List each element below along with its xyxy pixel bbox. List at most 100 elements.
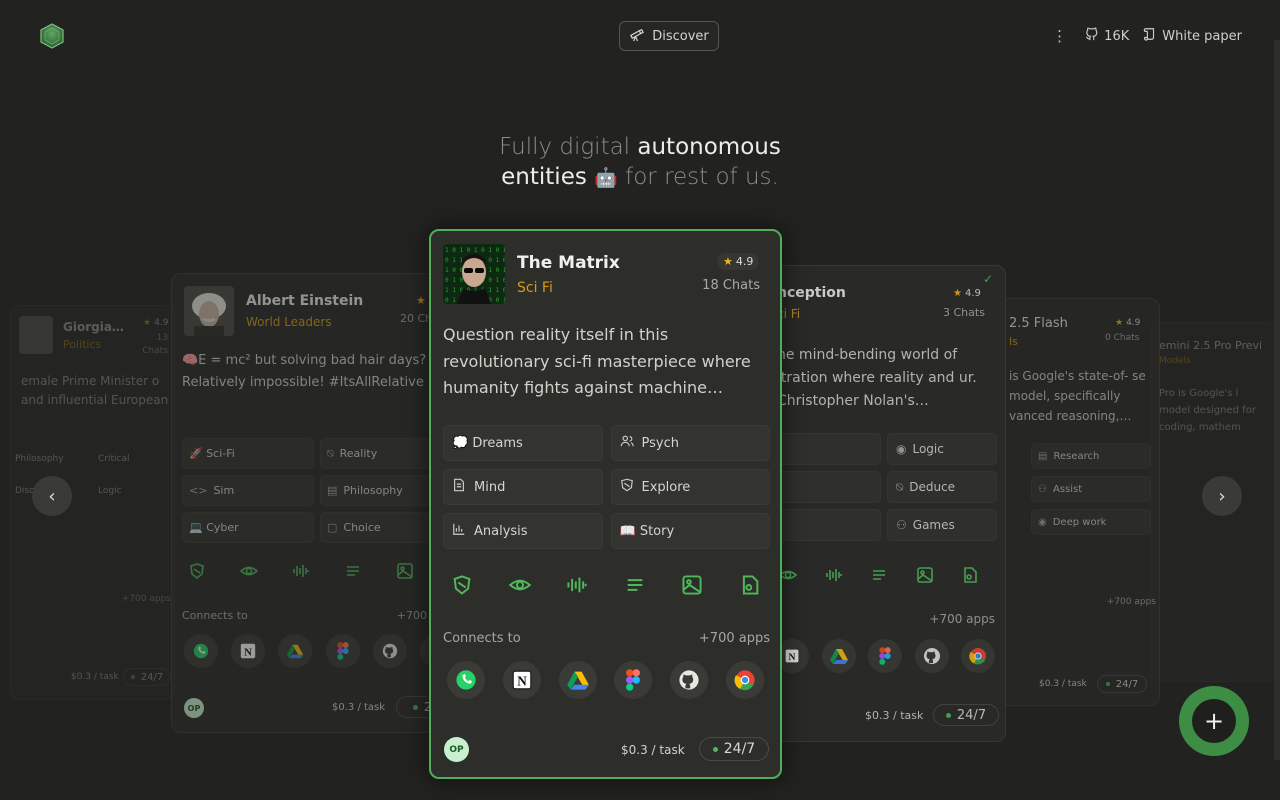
card-header: Albert Einstein World Leaders <box>184 286 363 336</box>
agent-category: Politics <box>63 337 102 351</box>
audio-wave-icon <box>292 562 310 584</box>
audio-wave-icon[interactable] <box>566 574 588 600</box>
tag-chip[interactable]: Logic <box>94 480 171 502</box>
connects-label: Connects to <box>182 609 248 622</box>
tag-chip[interactable] <box>771 433 881 465</box>
agent-card-inception[interactable]: nception ci Fi ✓ ★ 4.9 3 Chats he mind-be… <box>770 265 1006 742</box>
tag-chip[interactable]: ⚇ Assist <box>1031 476 1151 502</box>
chrome-icon[interactable] <box>961 639 995 673</box>
tag-chip[interactable]: 💻 Cyber <box>182 512 314 543</box>
whatsapp-icon[interactable] <box>447 661 485 699</box>
figma-icon[interactable] <box>325 634 360 668</box>
github-stars-link[interactable]: 16K <box>1085 27 1129 45</box>
carousel-next-button[interactable]: › <box>1202 476 1242 516</box>
figma-icon[interactable] <box>614 661 653 699</box>
tag-chip[interactable]: 📖 Story <box>610 513 770 549</box>
image-icon[interactable] <box>681 574 703 600</box>
agent-description: Pro is Google's l model designed for cod… <box>1159 388 1256 433</box>
agent-card-einstein[interactable]: Albert Einstein World Leaders ★ 20 Ch 🧠E… <box>171 273 441 733</box>
tag-chip[interactable]: ▤ Research <box>1031 443 1151 469</box>
tags-grid: 💭 Dreams Psych Mind Explore Analysis 📖 S… <box>443 425 770 549</box>
tag-chip[interactable]: 🚀 Sci-Fi <box>182 438 314 469</box>
tag-chip[interactable]: <> Sim <box>182 475 314 506</box>
agent-card-the-matrix[interactable]: 1 0 1 0 1 0 1 0 10 1 1 0 1 1 0 1 0 1 0 0… <box>429 229 782 779</box>
whatsapp-icon[interactable] <box>184 634 218 668</box>
tag-chip[interactable]: Psych <box>610 425 770 461</box>
star-icon: ★ <box>143 318 152 328</box>
audio-wave-icon <box>825 566 843 588</box>
notion-icon[interactable]: N <box>502 661 541 699</box>
google-drive-icon[interactable] <box>278 634 313 668</box>
availability-badge: 24/7 <box>123 668 171 686</box>
figma-icon[interactable] <box>868 639 902 673</box>
github-icon[interactable] <box>372 634 407 668</box>
chrome-icon[interactable] <box>725 661 764 699</box>
users-icon: ⚇ <box>1038 483 1047 495</box>
eye-icon[interactable] <box>508 574 531 600</box>
tag-chip[interactable]: Philosophy <box>11 448 88 470</box>
tag-chip[interactable]: ◉ Logic <box>887 433 997 465</box>
tag-chip[interactable]: Critical <box>94 448 171 470</box>
apps-row: N <box>775 639 995 673</box>
users-icon: ⚇ <box>896 518 907 532</box>
apps-count: +700 apps <box>1106 597 1156 607</box>
owner-avatar[interactable]: OP <box>444 737 469 762</box>
agent-description: he mind-bending world of ltration where … <box>777 347 977 409</box>
google-drive-icon[interactable] <box>821 639 856 673</box>
tag-chip[interactable]: Mind <box>443 469 603 505</box>
github-icon[interactable] <box>670 661 709 699</box>
price-label: $0.3 / task <box>71 672 119 682</box>
svg-text:N: N <box>789 652 796 663</box>
apps-count: +700 apps <box>121 594 171 604</box>
chats-count: 20 Ch <box>400 312 433 325</box>
tag-chip[interactable]: ▢ Choice <box>320 512 440 543</box>
tag-chip[interactable] <box>771 471 881 503</box>
tag-chip[interactable] <box>771 509 881 541</box>
eye-icon <box>239 562 259 584</box>
file-image-icon[interactable] <box>739 574 761 600</box>
tag-chip[interactable]: ⍉ Deduce <box>887 471 997 503</box>
connects-row: Connects to +700 <box>182 609 427 622</box>
tag-chip[interactable]: Analysis <box>443 513 603 549</box>
create-agent-button[interactable]: + <box>1179 686 1249 756</box>
agent-card-gemini-flash[interactable]: 2.5 Flash ls ★ 4.9 0 Chats is Google's st… <box>1000 298 1160 706</box>
availability-badge: 24/7 <box>699 737 769 761</box>
brand-logo-icon[interactable] <box>38 22 66 50</box>
tag-chip[interactable]: ⍉ Reality <box>320 438 440 469</box>
agent-name: nception <box>777 285 846 301</box>
text-lines-icon[interactable] <box>624 574 646 600</box>
chats-count: 0 Chats <box>1105 333 1140 343</box>
more-options-icon[interactable]: ⋮ <box>1052 28 1067 44</box>
apps-count: +700 <box>396 609 427 622</box>
tag-chip[interactable]: ▤ Philosophy <box>320 475 440 506</box>
carousel-prev-button[interactable]: ‹ <box>32 476 72 516</box>
tag-chip[interactable]: Explore <box>610 469 770 505</box>
card-header: 1 0 1 0 1 0 1 0 10 1 1 0 1 1 0 1 0 1 0 0… <box>443 244 620 304</box>
eye-icon: ◉ <box>1038 516 1047 528</box>
headline-part-2: autonomous <box>637 134 781 160</box>
svg-text:N: N <box>244 647 252 659</box>
mask-icon <box>620 478 634 496</box>
agent-category: ls <box>1009 335 1018 348</box>
price-label: $0.3 / task <box>865 709 924 722</box>
tags-grid: 🚀 Sci-Fi ⍉ Reality <> Sim ▤ Philosophy 💻 Cy… <box>182 438 440 543</box>
owner-avatar[interactable]: OP <box>184 698 204 718</box>
discover-button[interactable]: Discover <box>619 21 719 51</box>
tag-chip[interactable]: ◉ Deep work <box>1031 509 1151 535</box>
chevron-left-icon: ‹ <box>48 485 56 507</box>
github-icon[interactable] <box>914 639 949 673</box>
svg-text:N: N <box>517 674 527 689</box>
google-drive-icon[interactable] <box>558 661 597 699</box>
chats-count: 13 Chats <box>142 333 168 356</box>
tag-chip[interactable]: ⚇ Games <box>887 509 997 541</box>
status-dot <box>130 675 135 679</box>
file-image-icon <box>961 566 979 588</box>
top-right-nav: ⋮ 16K White paper <box>1052 26 1242 46</box>
tag-chip[interactable]: 💭 Dreams <box>443 425 603 461</box>
tools-row <box>188 562 414 584</box>
tags-grid: ◉ Logic ⍉ Deduce ⚇ Games <box>771 433 997 541</box>
mask-icon[interactable] <box>451 574 473 600</box>
white-paper-link[interactable]: White paper <box>1143 27 1242 45</box>
star-icon: ★ <box>723 255 733 268</box>
notion-icon[interactable]: N <box>231 634 266 668</box>
